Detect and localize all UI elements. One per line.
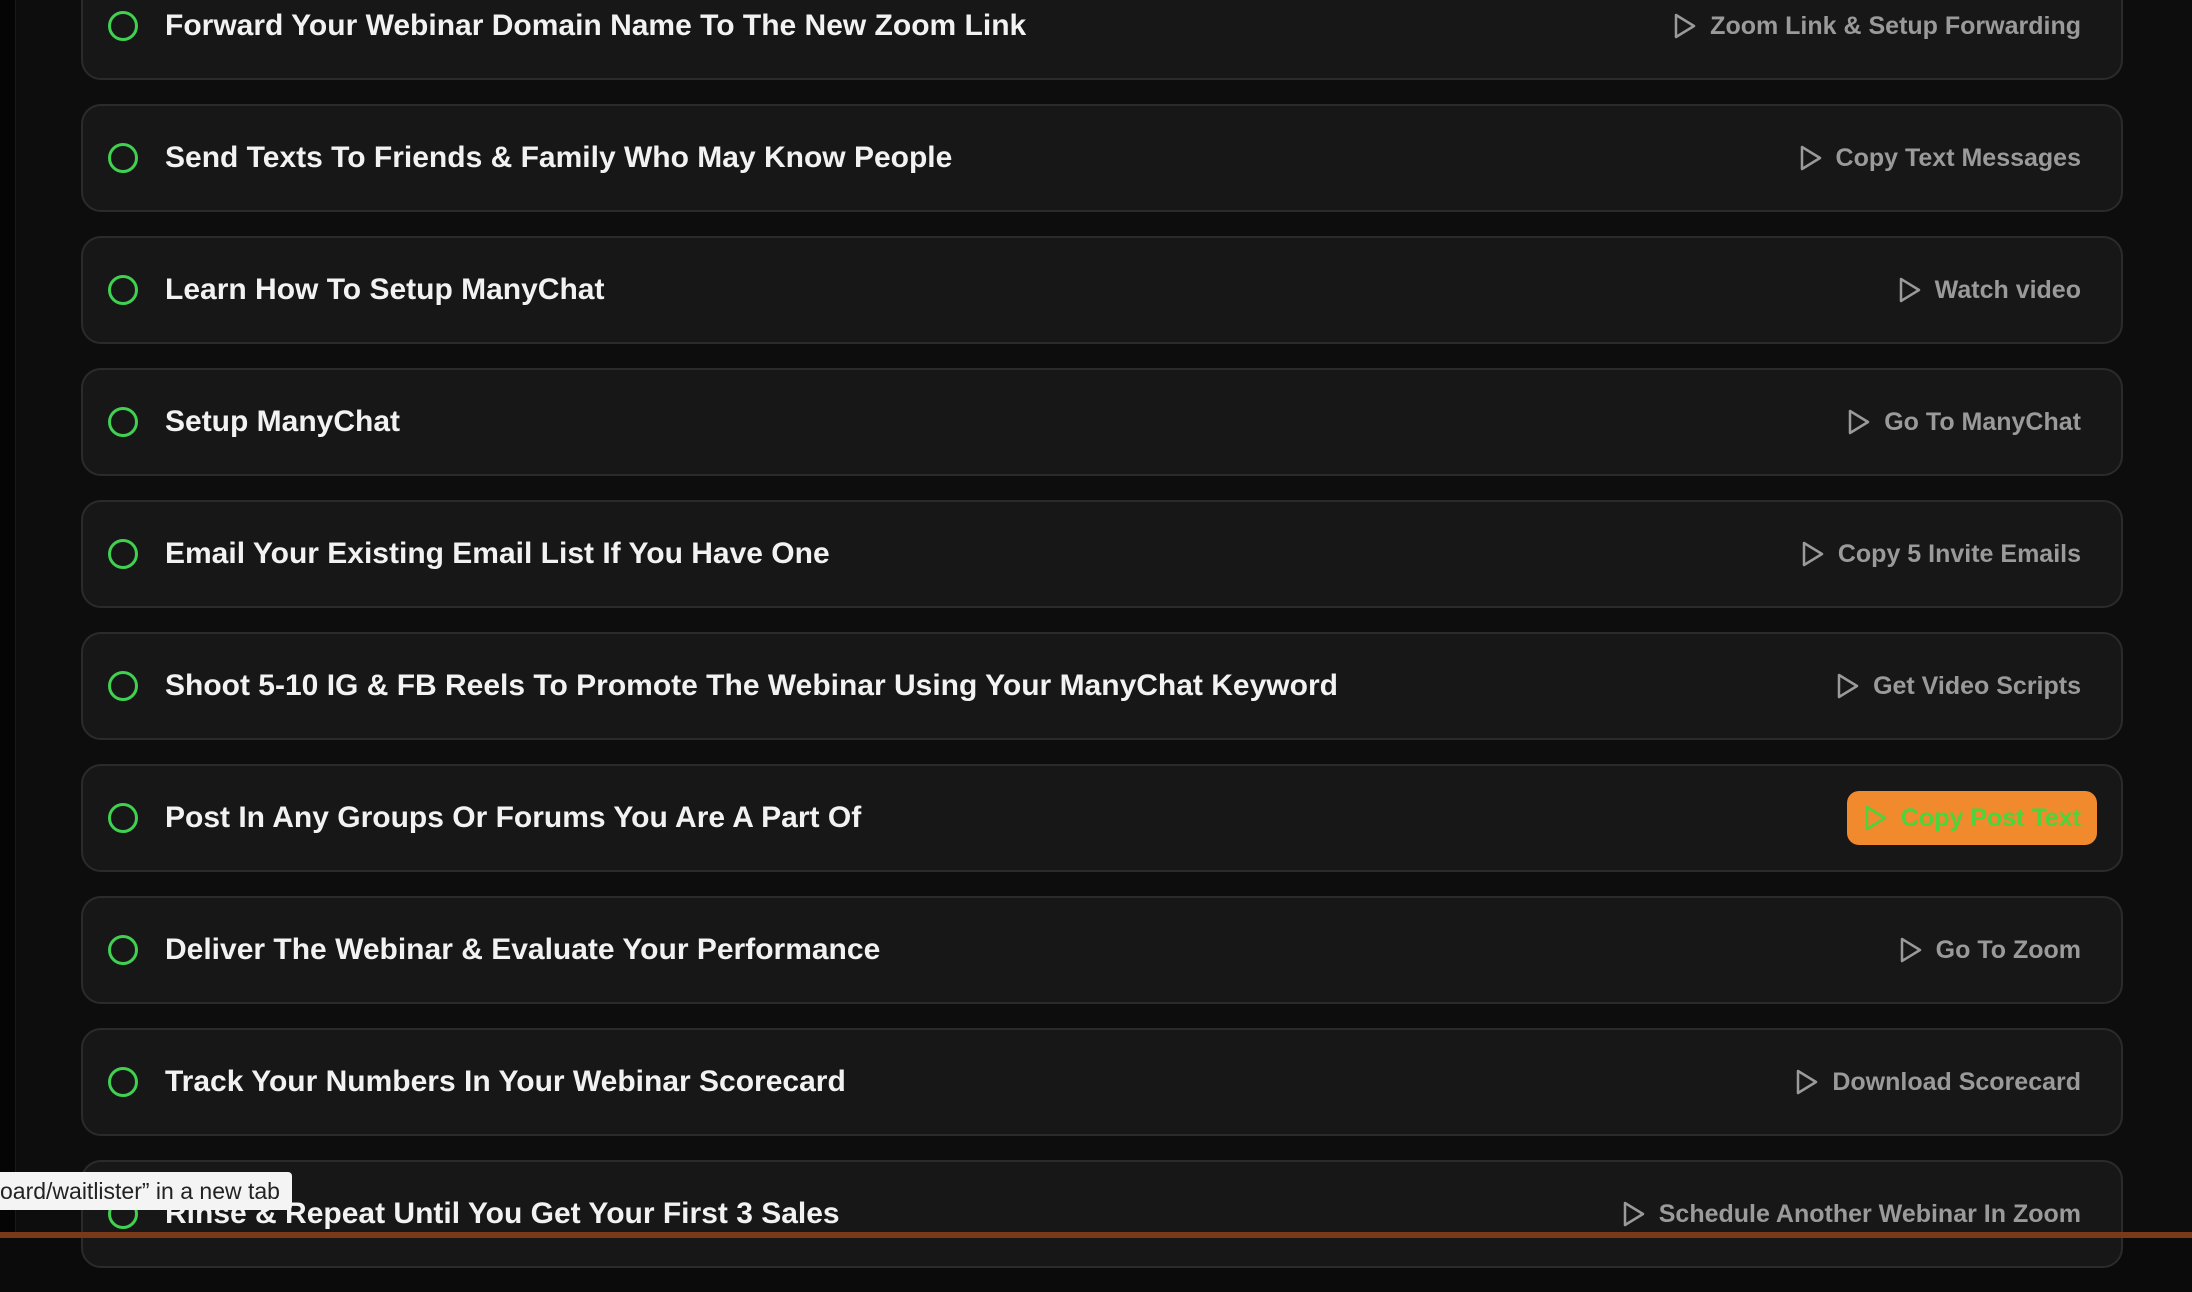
play-icon	[1621, 1200, 1647, 1228]
task-action-label: Go To Zoom	[1936, 936, 2081, 965]
task-row: Deliver The Webinar & Evaluate Your Perf…	[81, 896, 2123, 1004]
task-row: Setup ManyChat Go To ManyChat	[81, 368, 2123, 476]
task-action-label: Get Video Scripts	[1873, 672, 2081, 701]
task-action-label: Go To ManyChat	[1884, 408, 2081, 437]
task-list: Forward Your Webinar Domain Name To The …	[81, 0, 2123, 1292]
task-action-label: Copy Post Text	[1901, 804, 2081, 833]
task-row: Track Your Numbers In Your Webinar Score…	[81, 1028, 2123, 1136]
play-icon	[1863, 804, 1889, 832]
task-action-label: Download Scorecard	[1832, 1068, 2081, 1097]
task-checkbox[interactable]	[108, 803, 138, 833]
play-icon	[1800, 540, 1826, 568]
task-title: Deliver The Webinar & Evaluate Your Perf…	[165, 898, 880, 1002]
task-action-label: Copy 5 Invite Emails	[1838, 540, 2081, 569]
task-action-link[interactable]: Download Scorecard	[1794, 1030, 2081, 1134]
task-action-link[interactable]: Copy Text Messages	[1798, 106, 2081, 210]
bottom-edge-bar	[0, 1232, 2192, 1238]
task-title: Learn How To Setup ManyChat	[165, 238, 604, 342]
task-checkbox[interactable]	[108, 935, 138, 965]
play-icon	[1897, 276, 1923, 304]
play-icon	[1898, 936, 1924, 964]
left-gutter	[0, 0, 16, 1238]
task-checkbox[interactable]	[108, 539, 138, 569]
task-action-link[interactable]: Go To Zoom	[1898, 898, 2081, 1002]
task-row: Rinse & Repeat Until You Get Your First …	[81, 1160, 2123, 1268]
task-title: Setup ManyChat	[165, 370, 400, 474]
task-row: Email Your Existing Email List If You Ha…	[81, 500, 2123, 608]
task-action-link[interactable]: Get Video Scripts	[1835, 634, 2081, 738]
link-status-tooltip: oard/waitlister” in a new tab	[0, 1172, 292, 1210]
task-action-label: Copy Text Messages	[1836, 144, 2081, 173]
task-action-label: Schedule Another Webinar In Zoom	[1659, 1200, 2081, 1229]
task-title: Track Your Numbers In Your Webinar Score…	[165, 1030, 846, 1134]
task-checkbox[interactable]	[108, 1067, 138, 1097]
task-checkbox[interactable]	[108, 671, 138, 701]
task-row: Shoot 5-10 IG & FB Reels To Promote The …	[81, 632, 2123, 740]
play-icon	[1794, 1068, 1820, 1096]
task-row: Send Texts To Friends & Family Who May K…	[81, 104, 2123, 212]
task-checkbox[interactable]	[108, 11, 138, 41]
task-checkbox[interactable]	[108, 143, 138, 173]
play-icon	[1798, 144, 1824, 172]
task-action-link[interactable]: Watch video	[1897, 238, 2081, 342]
task-action-link[interactable]: Schedule Another Webinar In Zoom	[1621, 1162, 2081, 1266]
task-title: Email Your Existing Email List If You Ha…	[165, 502, 830, 606]
task-checkbox[interactable]	[108, 275, 138, 305]
play-icon	[1672, 12, 1698, 40]
task-checkbox[interactable]	[108, 407, 138, 437]
task-row: Learn How To Setup ManyChat Watch video	[81, 236, 2123, 344]
task-row: Post In Any Groups Or Forums You Are A P…	[81, 764, 2123, 872]
task-action-label: Zoom Link & Setup Forwarding	[1710, 12, 2081, 41]
task-action-link[interactable]: Go To ManyChat	[1846, 370, 2081, 474]
main-content: Forward Your Webinar Domain Name To The …	[16, 0, 2192, 1238]
task-title: Send Texts To Friends & Family Who May K…	[165, 106, 952, 210]
play-icon	[1846, 408, 1872, 436]
task-row: Forward Your Webinar Domain Name To The …	[81, 0, 2123, 80]
task-title: Shoot 5-10 IG & FB Reels To Promote The …	[165, 634, 1338, 738]
task-action-link[interactable]: Zoom Link & Setup Forwarding	[1672, 0, 2081, 78]
task-title: Forward Your Webinar Domain Name To The …	[165, 0, 1026, 78]
copy-post-text-button[interactable]: Copy Post Text	[1847, 791, 2097, 845]
task-action-link[interactable]: Copy 5 Invite Emails	[1800, 502, 2081, 606]
play-icon	[1835, 672, 1861, 700]
task-action-label: Watch video	[1935, 276, 2081, 305]
task-title: Post In Any Groups Or Forums You Are A P…	[165, 766, 861, 870]
